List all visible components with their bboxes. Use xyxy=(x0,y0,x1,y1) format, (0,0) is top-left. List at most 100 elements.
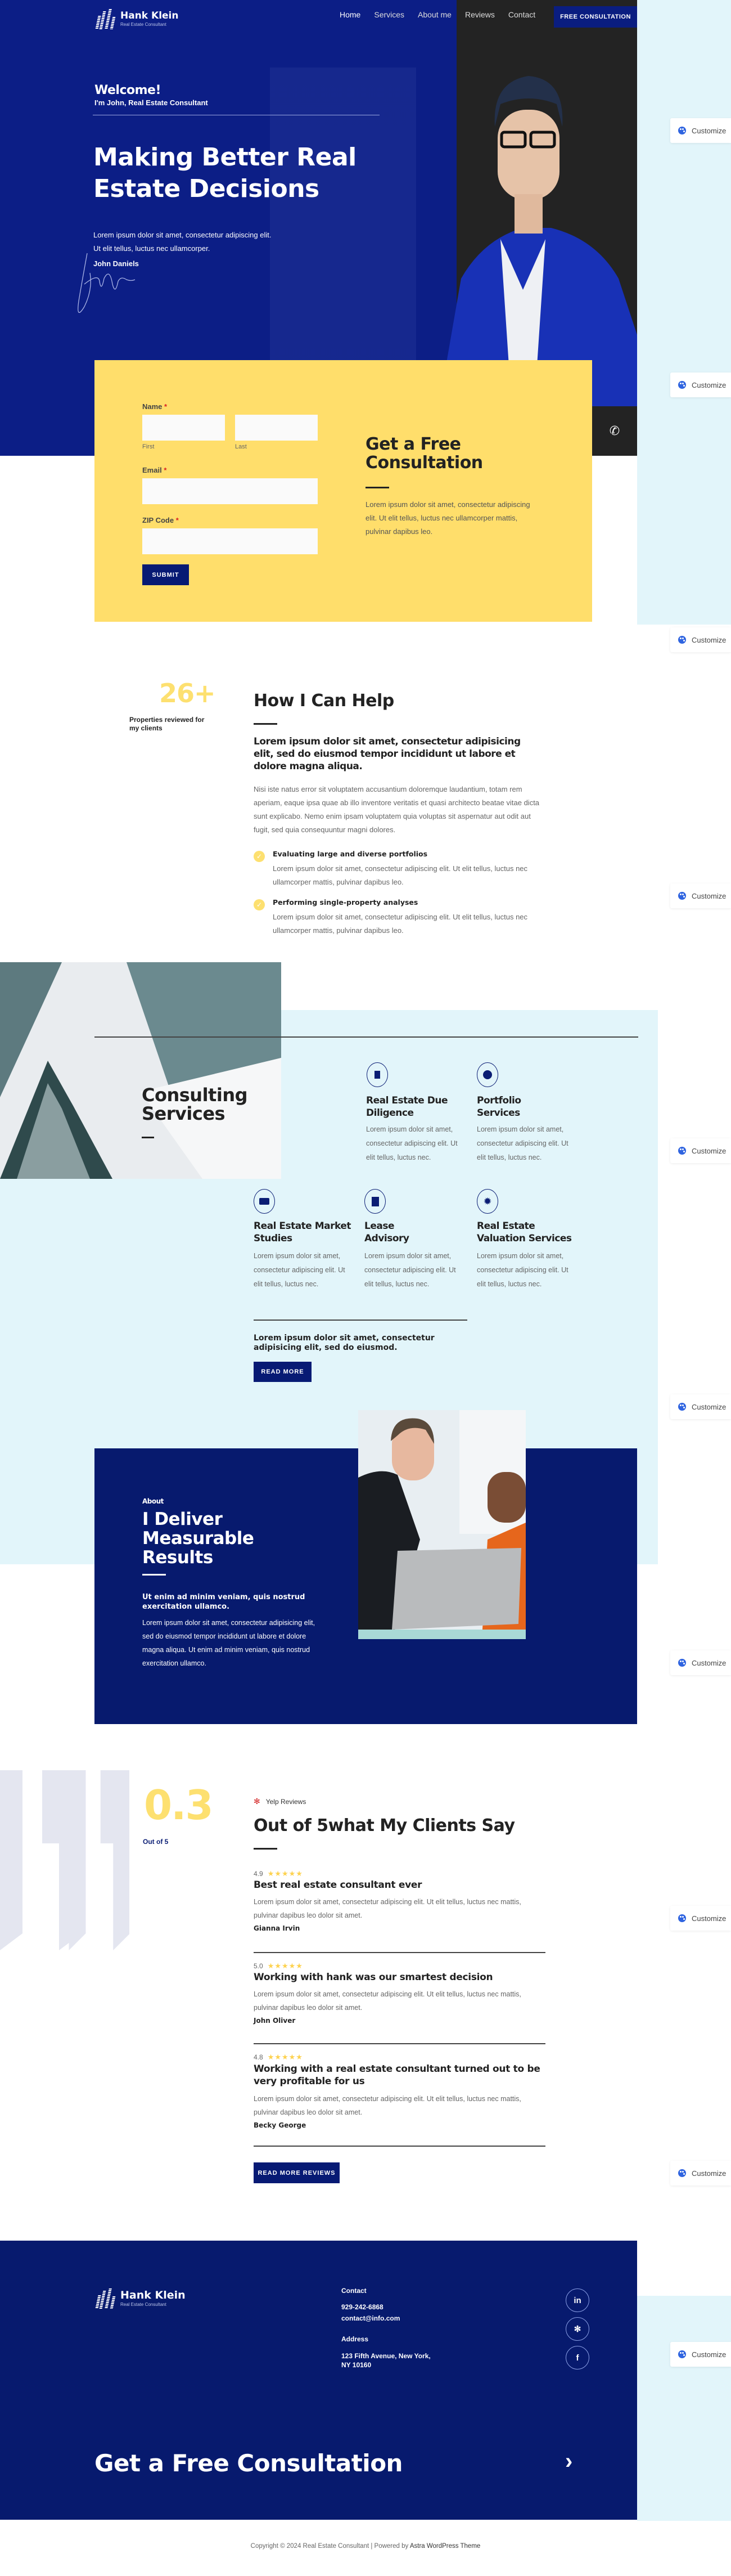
customize-label: Customize xyxy=(692,635,727,644)
contact-heading: Contact xyxy=(341,2287,367,2295)
about-heading-line3: Results xyxy=(142,1547,213,1568)
email-input[interactable] xyxy=(142,478,318,504)
contact-email[interactable]: contact@info.com xyxy=(341,2314,400,2322)
review-rating: 4.8 xyxy=(254,2053,263,2061)
hero-title: Making Better Real Estate Decisions xyxy=(93,142,357,205)
customize-button[interactable]: Customize xyxy=(670,118,731,143)
customize-button[interactable]: Customize xyxy=(670,1138,731,1163)
consultation-heading-line2: Consultation xyxy=(366,453,483,473)
submit-button[interactable]: SUBMIT xyxy=(142,564,189,585)
service-desc: Lorem ipsum dolor sit amet, consectetur … xyxy=(364,1252,456,1288)
hero-title-line1: Making Better Real xyxy=(93,143,357,172)
footer-cta-heading[interactable]: Get a Free Consultation xyxy=(94,2449,403,2477)
last-name-input[interactable] xyxy=(235,415,318,441)
customize-label: Customize xyxy=(692,380,727,389)
review-separator xyxy=(254,2146,545,2147)
review-score: 0.3 xyxy=(144,1781,214,1829)
last-sublabel: Last xyxy=(235,443,247,450)
help-body: Nisi iste natus error sit voluptatem acc… xyxy=(254,785,540,834)
brand-logo[interactable]: Hank Klein Real Estate Consultant xyxy=(94,9,179,29)
service-desc: Lorem ipsum dolor sit amet, consectetur … xyxy=(477,1125,568,1161)
star-rating-icon: ★★★★★ xyxy=(267,1962,303,1970)
hero-title-line2: Estate Decisions xyxy=(93,174,319,203)
footer xyxy=(0,2241,637,2520)
phone-button[interactable]: ✆ xyxy=(592,406,637,456)
nav-contact[interactable]: Contact xyxy=(508,10,535,19)
palette-icon xyxy=(678,2169,686,2177)
review-text: Lorem ipsum dolor sit amet, consectetur … xyxy=(254,1898,521,1919)
nav-home[interactable]: Home xyxy=(340,10,360,19)
yelp-icon[interactable]: ✻ xyxy=(566,2317,589,2341)
service-desc: Lorem ipsum dolor sit amet, consectetur … xyxy=(254,1252,345,1288)
phone-icon: ✆ xyxy=(609,424,620,438)
customize-label: Customize xyxy=(692,1658,727,1667)
stat-value: 26+ xyxy=(159,678,216,708)
palette-icon xyxy=(678,1403,686,1411)
read-more-reviews-button[interactable]: READ MORE REVIEWS xyxy=(254,2162,340,2183)
about-lead: Ut enim ad minim veniam, quis nostrud ex… xyxy=(142,1593,305,1611)
right-rail-bg xyxy=(637,0,731,625)
chevron-right-icon[interactable]: › xyxy=(565,2449,572,2474)
customize-button[interactable]: Customize xyxy=(670,1906,731,1931)
copyright: Copyright © 2024 Real Estate Consultant … xyxy=(0,2543,731,2550)
nav-about[interactable]: About me xyxy=(418,10,452,19)
customize-label: Customize xyxy=(692,891,727,900)
review-text: Lorem ipsum dolor sit amet, consectetur … xyxy=(254,2095,521,2116)
customize-button[interactable]: Customize xyxy=(670,2342,731,2367)
review-title: Working with a real estate consultant tu… xyxy=(254,2063,540,2087)
facebook-icon[interactable]: f xyxy=(566,2346,589,2369)
service-desc: Lorem ipsum dolor sit amet, consectetur … xyxy=(366,1125,458,1161)
customize-button[interactable]: Customize xyxy=(670,627,731,652)
first-name-input[interactable] xyxy=(142,415,225,441)
about-body: Lorem ipsum dolor sit amet, consectetur … xyxy=(142,1619,315,1667)
logo-mark-icon xyxy=(94,2288,117,2309)
review-rating: 5.0 xyxy=(254,1962,263,1970)
customize-button[interactable]: Customize xyxy=(670,883,731,908)
read-more-button[interactable]: READ MORE xyxy=(254,1362,312,1382)
customize-button[interactable]: Customize xyxy=(670,2161,731,2185)
check-icon: ✓ xyxy=(254,899,265,910)
service-title: Real Estate Due Diligence xyxy=(366,1095,448,1119)
theme-link[interactable]: Astra WordPress Theme xyxy=(410,2543,480,2550)
linkedin-icon[interactable]: in xyxy=(566,2288,589,2312)
customize-label: Customize xyxy=(692,2169,727,2178)
customize-button[interactable]: Customize xyxy=(670,373,731,397)
copyright-text: Copyright © 2024 Real Estate Consultant … xyxy=(250,2543,410,2550)
nav-services[interactable]: Services xyxy=(374,10,404,19)
palette-icon xyxy=(678,1914,686,1922)
palette-icon xyxy=(678,892,686,900)
customize-button[interactable]: Customize xyxy=(670,1650,731,1675)
services-divider xyxy=(94,1036,638,1038)
help-heading: How I Can Help xyxy=(254,691,394,711)
free-consultation-button[interactable]: FREE CONSULTATION xyxy=(554,6,637,28)
hero-intro: I'm John, Real Estate Consultant xyxy=(94,98,208,107)
review-item: 4.9 ★★★★★ Best real estate consultant eve… xyxy=(254,1869,546,1932)
services-heading-underline xyxy=(142,1137,154,1138)
review-title: Best real estate consultant ever xyxy=(254,1879,422,1891)
star-rating-icon: ★★★★★ xyxy=(267,2053,303,2061)
contact-phone[interactable]: 929-242-6868 xyxy=(341,2303,383,2311)
reviews-heading: Out of 5what My Clients Say xyxy=(254,1816,515,1835)
nav-reviews[interactable]: Reviews xyxy=(465,10,495,19)
quote-mark-icon xyxy=(0,1770,129,1950)
check-icon: ✓ xyxy=(254,851,265,862)
star-rating-icon: ★★★★★ xyxy=(267,1869,303,1878)
address-heading: Address xyxy=(341,2335,369,2343)
customize-button[interactable]: Customize xyxy=(670,1394,731,1419)
about-photo xyxy=(358,1410,526,1639)
consultation-form-section: Name * First Last Email * ZIP Code * SUB… xyxy=(94,360,592,622)
palette-icon xyxy=(678,127,686,134)
service-title: Real Estate Market Studies xyxy=(254,1220,351,1244)
yelp-icon: ✻ xyxy=(254,1797,260,1806)
services-footer-text: Lorem ipsum dolor sit amet, consectetur … xyxy=(254,1334,435,1352)
footer-logo[interactable]: Hank Klein Real Estate Consultant xyxy=(94,2288,186,2309)
building-icon xyxy=(367,1062,388,1087)
footer-right-bg xyxy=(637,2296,731,2521)
review-separator xyxy=(254,1952,545,1953)
about-heading-underline xyxy=(142,1574,166,1576)
reviews-heading-underline xyxy=(254,1848,277,1850)
first-sublabel: First xyxy=(142,443,155,450)
review-source: Yelp Reviews xyxy=(265,1797,306,1806)
zip-input[interactable] xyxy=(142,528,318,554)
footer-brand-name: Hank Klein xyxy=(120,2289,186,2301)
